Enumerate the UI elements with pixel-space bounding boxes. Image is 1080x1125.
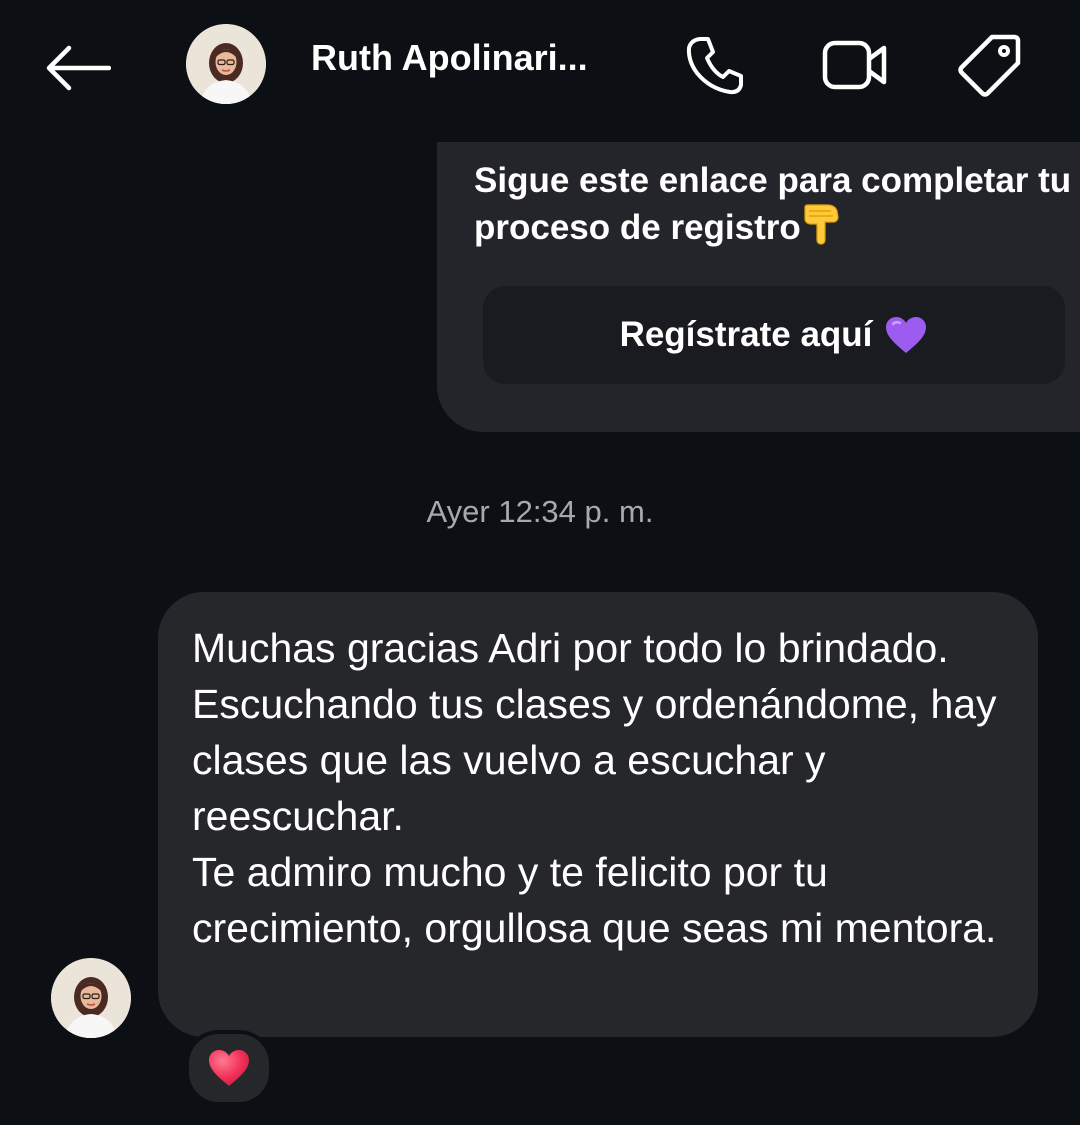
profile-photo bbox=[186, 24, 266, 104]
outgoing-message-card: Sigue este enlace para completar tu proc… bbox=[437, 142, 1080, 432]
contact-name[interactable]: Ruth Apolinari... bbox=[311, 34, 588, 82]
tag-button[interactable] bbox=[955, 30, 1025, 100]
backhand-index-pointing-down-icon bbox=[804, 204, 839, 245]
arrow-left-icon bbox=[46, 45, 111, 91]
incoming-message-text: Muchas gracias Adri por todo lo brindado… bbox=[192, 625, 997, 951]
incoming-message-bubble[interactable]: Muchas gracias Adri por todo lo brindado… bbox=[158, 592, 1038, 1037]
register-link-button[interactable]: Regístrate aquí bbox=[483, 286, 1065, 384]
outgoing-message-body: Sigue este enlace para completar tu proc… bbox=[474, 161, 1072, 247]
register-button-label: Regístrate aquí bbox=[619, 315, 873, 354]
message-timestamp: Ayer 12:34 p. m. bbox=[426, 494, 654, 529]
call-button[interactable] bbox=[680, 30, 750, 100]
purple-heart-icon bbox=[886, 317, 927, 353]
red-heart-icon bbox=[209, 1050, 249, 1086]
outgoing-message-text: Sigue este enlace para completar tu proc… bbox=[474, 158, 1080, 250]
profile-photo bbox=[51, 958, 131, 1038]
chat-header: Ruth Apolinari... bbox=[0, 0, 1080, 130]
video-call-button[interactable] bbox=[820, 30, 890, 100]
back-button[interactable] bbox=[40, 36, 116, 100]
sender-avatar[interactable] bbox=[51, 958, 131, 1038]
tag-icon bbox=[958, 34, 1021, 97]
chat-screen: Ruth Apolinari... Sigue este enlace para… bbox=[0, 0, 1080, 1125]
contact-avatar[interactable] bbox=[186, 24, 266, 104]
message-reaction[interactable] bbox=[185, 1030, 273, 1106]
phone-icon bbox=[686, 37, 743, 95]
video-camera-icon bbox=[822, 40, 887, 90]
